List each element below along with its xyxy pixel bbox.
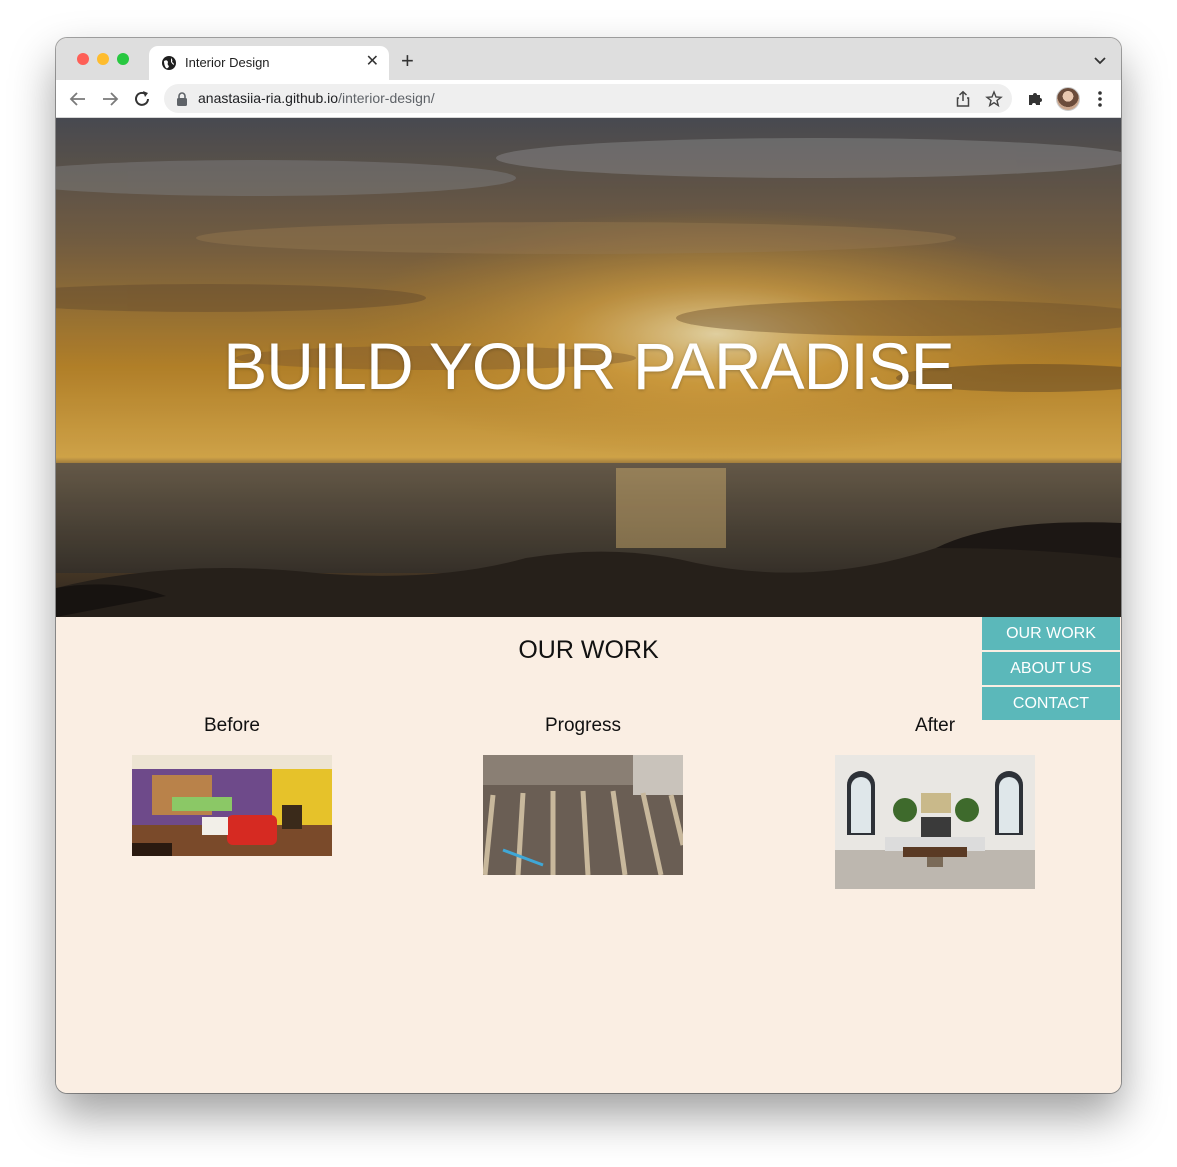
url-host: anastasiia-ria.github.io <box>198 90 339 106</box>
progress-photo <box>483 755 683 875</box>
nav-about-us-button[interactable]: ABOUT US <box>982 652 1120 685</box>
forward-arrow-icon[interactable] <box>100 89 120 109</box>
progress-label: Progress <box>544 715 622 736</box>
new-tab-button[interactable]: + <box>401 50 414 72</box>
address-bar[interactable]: anastasiia-ria.github.io/interior-design… <box>164 84 1012 113</box>
close-tab-icon[interactable]: ✕ <box>366 54 379 70</box>
globe-icon <box>162 56 176 70</box>
hero-banner: BUILD YOUR PARADISE <box>56 118 1121 617</box>
after-photo <box>835 755 1035 889</box>
browser-toolbar: anastasiia-ria.github.io/interior-design… <box>56 80 1121 118</box>
minimize-window-button[interactable] <box>97 53 109 65</box>
reload-icon[interactable] <box>132 89 152 109</box>
before-photo <box>132 755 332 856</box>
tab-title: Interior Design <box>185 55 270 70</box>
url-path: /interior-design/ <box>338 90 435 106</box>
browser-window: Interior Design ✕ + anastasiia-ria.githu… <box>56 38 1121 1093</box>
our-work-heading: OUR WORK <box>518 636 659 664</box>
url-text: anastasiia-ria.github.io/interior-design… <box>198 90 435 106</box>
back-arrow-icon[interactable] <box>68 89 88 109</box>
before-label: Before <box>204 715 260 736</box>
nav-our-work-button[interactable]: OUR WORK <box>982 617 1120 650</box>
bookmark-star-icon[interactable] <box>985 90 1003 108</box>
lock-icon <box>177 92 187 106</box>
hero-title: BUILD YOUR PARADISE <box>223 329 954 403</box>
browser-tab[interactable]: Interior Design ✕ <box>149 46 389 80</box>
extensions-puzzle-icon[interactable] <box>1025 89 1045 109</box>
kebab-menu-icon[interactable] <box>1090 89 1110 109</box>
profile-avatar[interactable] <box>1056 87 1080 111</box>
page-content: BUILD YOUR PARADISE OUR WORK Before Prog… <box>56 118 1121 1093</box>
close-window-button[interactable] <box>77 53 89 65</box>
zoom-window-button[interactable] <box>117 53 129 65</box>
tab-list-chevron-icon[interactable] <box>1093 55 1107 65</box>
tab-strip: Interior Design ✕ + <box>56 38 1121 80</box>
nav-contact-button[interactable]: CONTACT <box>982 687 1120 720</box>
side-navigation: OUR WORK ABOUT US CONTACT <box>982 617 1120 722</box>
share-icon[interactable] <box>954 90 972 108</box>
